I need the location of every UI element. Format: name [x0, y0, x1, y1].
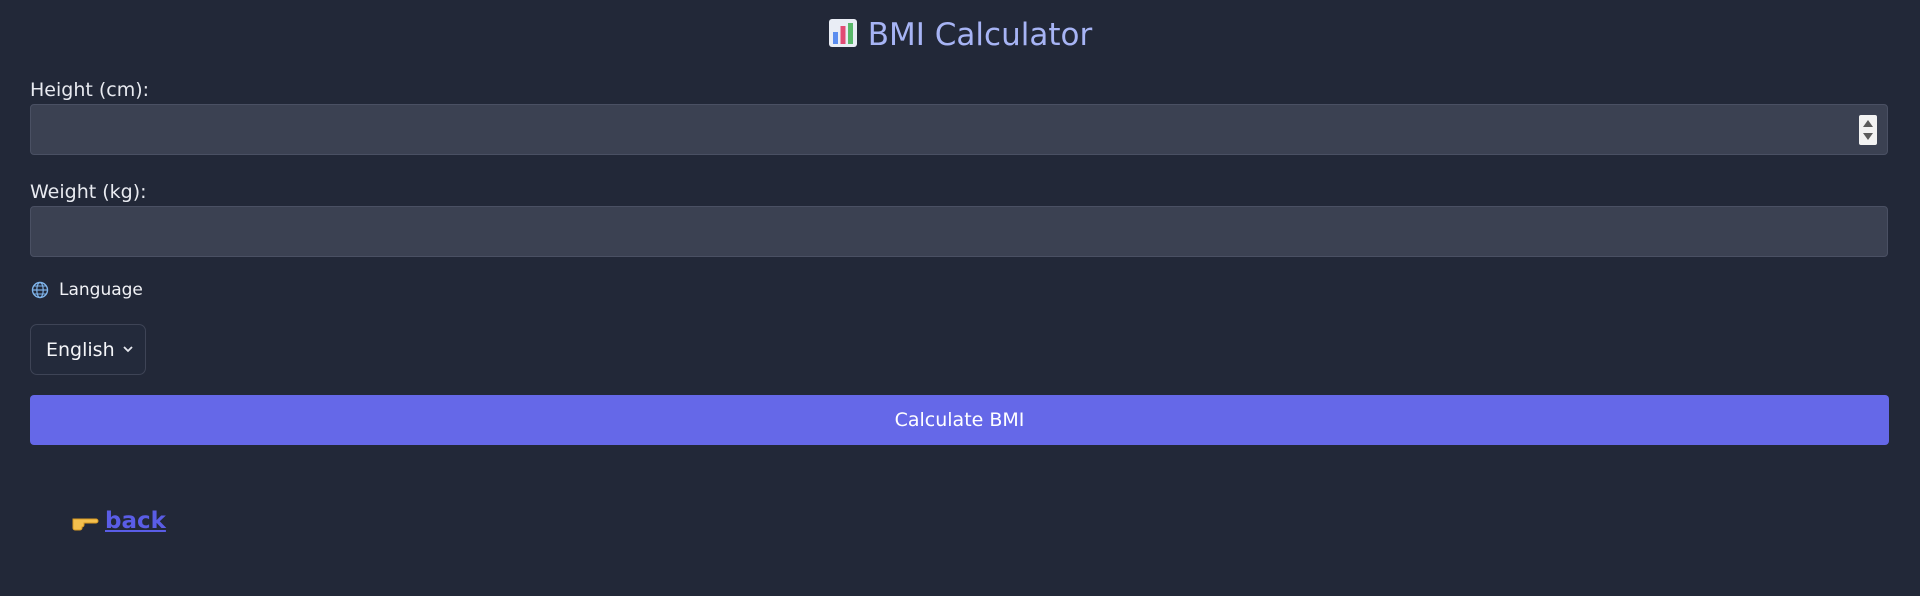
- title-text: BMI Calculator: [867, 17, 1093, 53]
- language-selected-value: English: [46, 338, 115, 361]
- language-label-row: Language: [31, 280, 143, 300]
- height-stepper[interactable]: [1859, 115, 1877, 145]
- globe-icon: [31, 281, 49, 299]
- back-label: back: [105, 508, 166, 534]
- language-select[interactable]: English: [30, 324, 146, 375]
- bar-chart-icon: [828, 19, 857, 47]
- chevron-down-icon: [123, 346, 133, 353]
- height-input[interactable]: [30, 104, 1888, 155]
- page-title: BMI Calculator: [0, 14, 1920, 56]
- calculate-bmi-button[interactable]: Calculate BMI: [30, 395, 1889, 445]
- stepper-up-icon[interactable]: [1863, 120, 1873, 127]
- pointing-hand-icon: [72, 518, 99, 531]
- back-link[interactable]: back: [71, 508, 166, 534]
- stepper-down-icon[interactable]: [1863, 133, 1873, 140]
- weight-label: Weight (kg):: [30, 181, 147, 203]
- weight-input[interactable]: [30, 206, 1888, 257]
- calculate-bmi-label: Calculate BMI: [894, 409, 1025, 431]
- language-label: Language: [59, 280, 143, 300]
- bmi-page: BMI Calculator Height (cm): Weight (kg):…: [0, 0, 1920, 596]
- height-label: Height (cm):: [30, 79, 150, 101]
